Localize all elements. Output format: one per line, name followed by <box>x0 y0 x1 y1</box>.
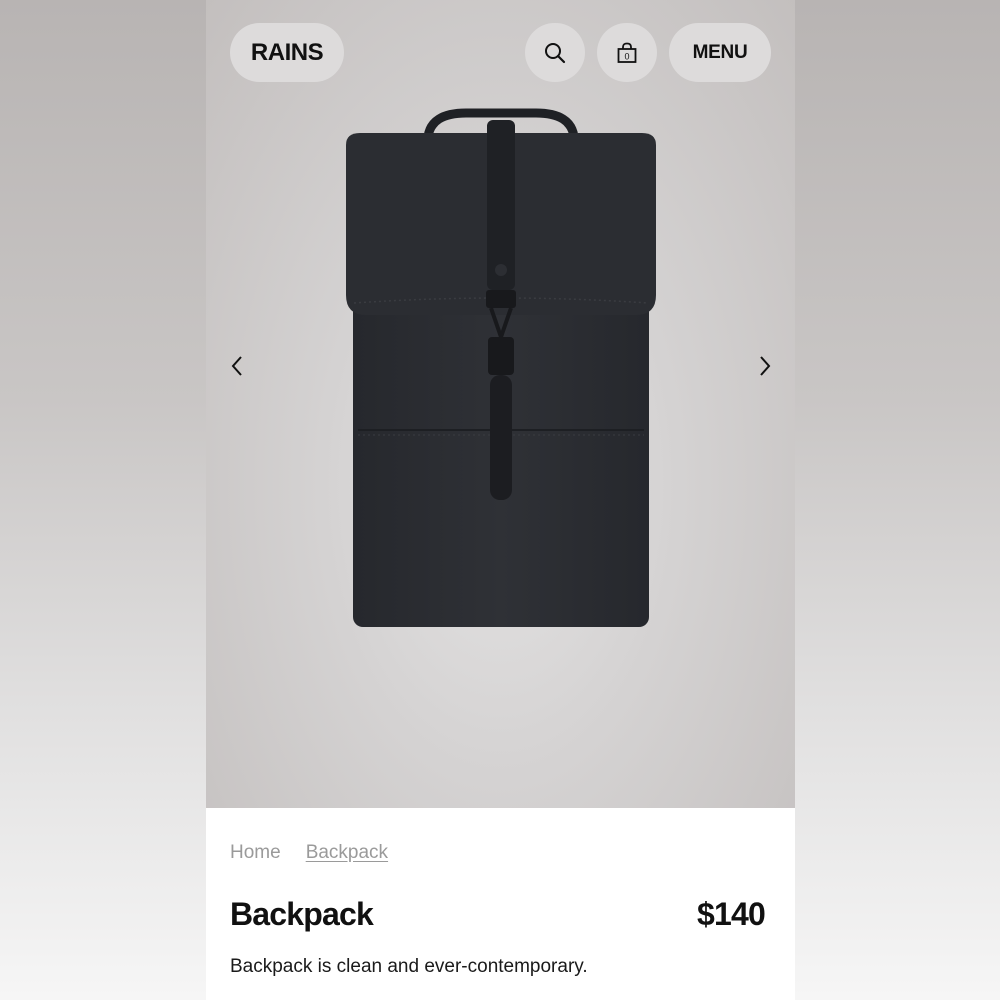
product-page: RAINS 0 MENU Home Backpack Backpack $140… <box>206 0 795 1000</box>
search-icon <box>545 42 566 63</box>
background-blur-right <box>795 0 1000 1000</box>
cart-count: 0 <box>624 51 629 61</box>
product-title: Backpack <box>230 896 374 932</box>
chevron-right-icon <box>760 356 771 376</box>
cart-button[interactable]: 0 <box>597 23 657 82</box>
backpack-image <box>346 108 656 627</box>
background-blur-left <box>0 0 206 1000</box>
carousel-next-button[interactable] <box>751 352 779 380</box>
search-button[interactable] <box>525 23 585 82</box>
carousel-prev-button[interactable] <box>223 352 251 380</box>
product-price: $140 <box>697 896 766 932</box>
breadcrumb: Home Backpack <box>230 842 388 864</box>
chevron-left-icon <box>231 356 242 376</box>
product-image-carousel[interactable]: RAINS 0 MENU <box>206 0 795 808</box>
product-description: Backpack is clean and ever-contemporary. <box>230 956 588 977</box>
breadcrumb-backpack[interactable]: Backpack <box>306 842 388 864</box>
breadcrumb-home[interactable]: Home <box>230 842 281 864</box>
product-info: Home Backpack Backpack $140 Backpack is … <box>206 808 795 1000</box>
shopping-bag-icon: 0 <box>617 42 637 63</box>
menu-button[interactable]: MENU <box>669 23 771 82</box>
brand-logo[interactable]: RAINS <box>230 23 344 82</box>
